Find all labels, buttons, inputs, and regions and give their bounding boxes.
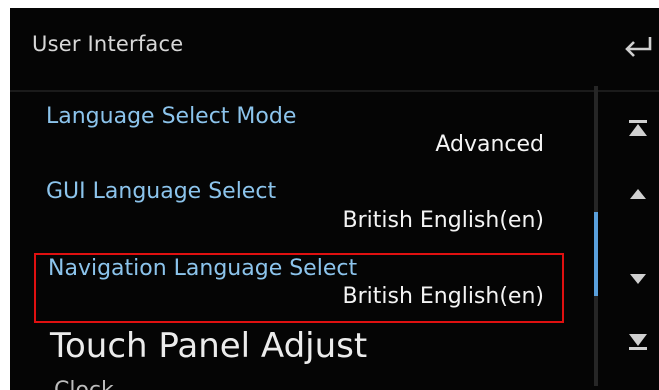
- header-divider: [10, 90, 659, 92]
- scroll-up-icon: [630, 189, 646, 199]
- touch-panel-adjust-item[interactable]: Touch Panel Adjust: [50, 326, 367, 366]
- setting-label: GUI Language Select: [46, 179, 277, 204]
- setting-value: British English(en): [342, 208, 544, 233]
- scroll-up-button[interactable]: [624, 180, 652, 208]
- scrollbar-thumb[interactable]: [594, 212, 598, 296]
- page-title: User Interface: [32, 32, 184, 56]
- back-button[interactable]: [620, 28, 656, 64]
- scroll-bottom-button[interactable]: [624, 328, 652, 356]
- clock-item[interactable]: Clock: [54, 378, 114, 390]
- scrollbar[interactable]: [594, 86, 598, 386]
- user-interface-screen: User Interface Language Select Mode Adva…: [10, 8, 659, 390]
- scroll-bottom-icon: [629, 334, 647, 350]
- scroll-down-button[interactable]: [624, 264, 652, 292]
- scroll-top-icon: [629, 120, 647, 136]
- setting-label: Language Select Mode: [46, 104, 297, 129]
- back-arrow-icon: [625, 37, 652, 57]
- setting-value: Advanced: [435, 132, 544, 157]
- highlight-box: [34, 253, 564, 323]
- scroll-down-icon: [630, 274, 646, 284]
- scroll-top-button[interactable]: [624, 114, 652, 142]
